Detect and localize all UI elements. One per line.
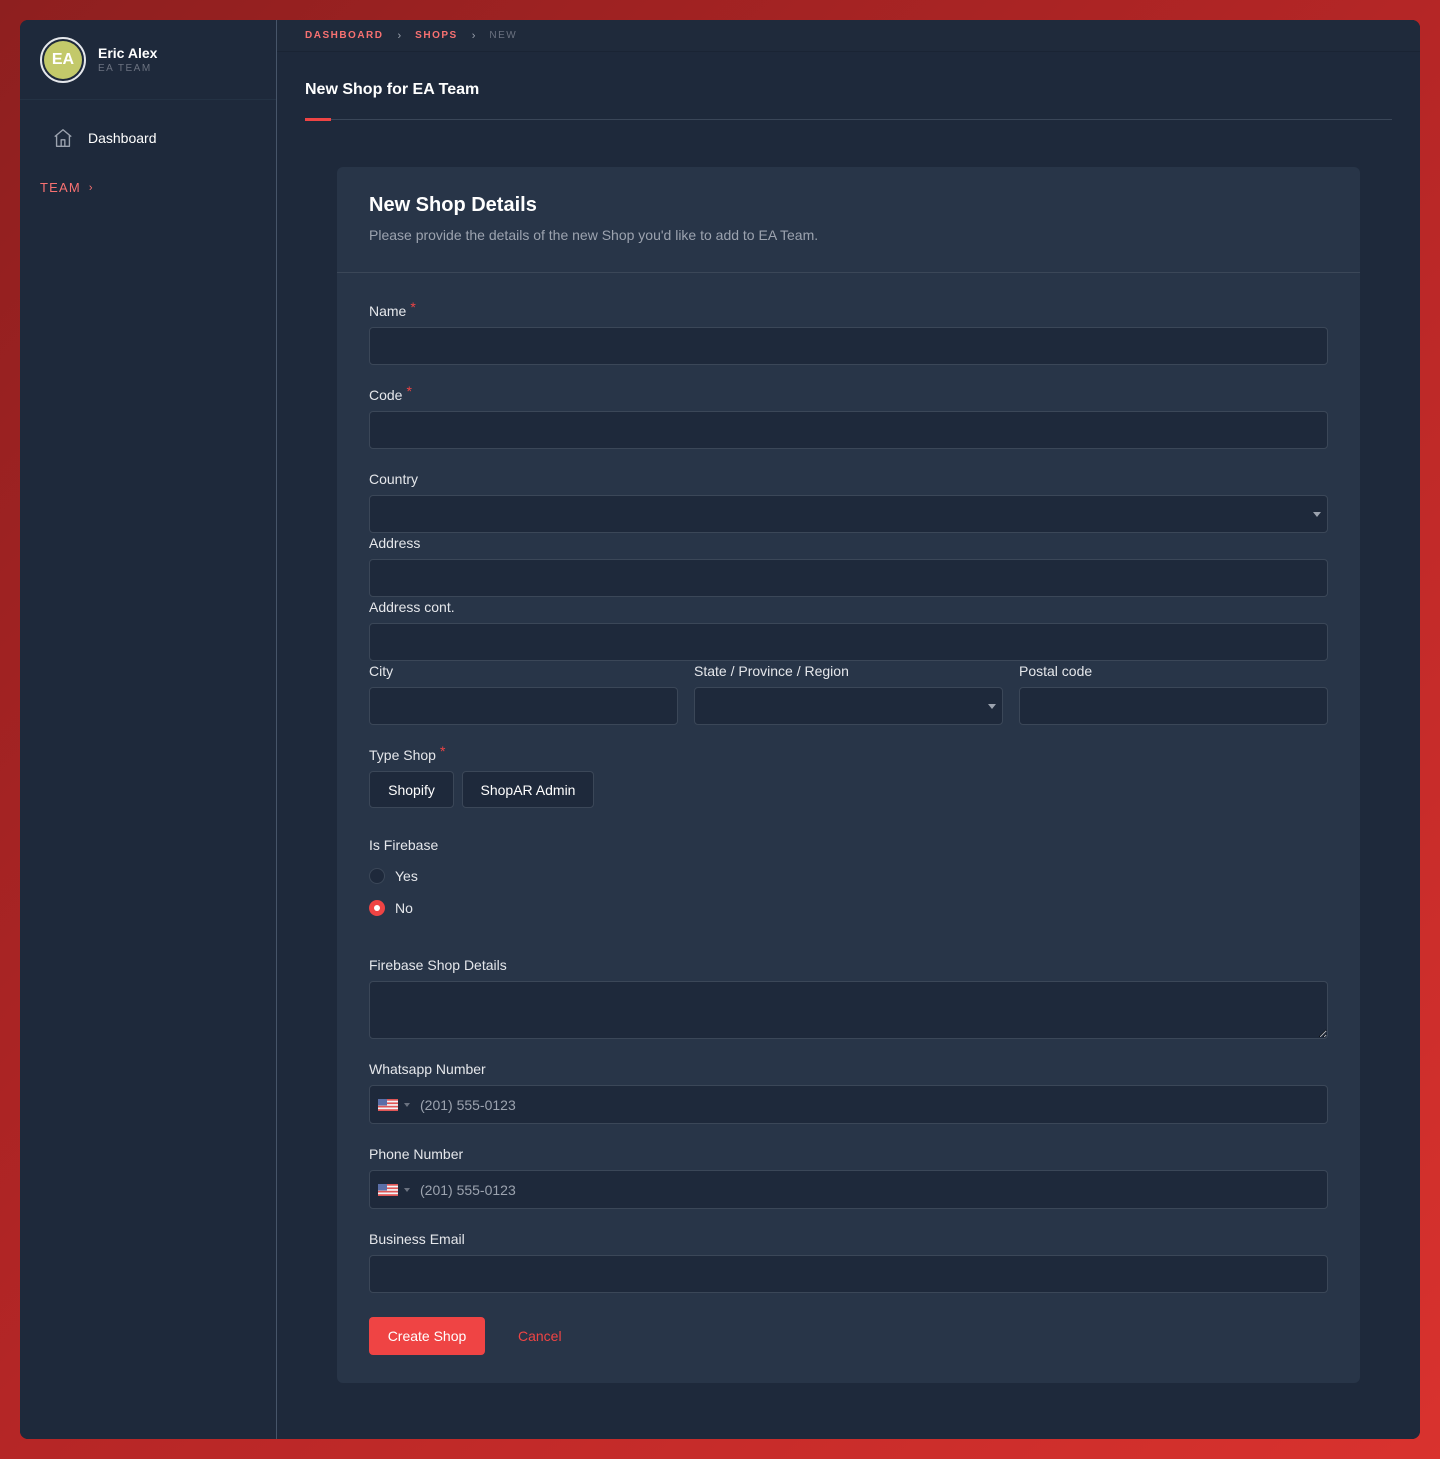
- whatsapp-input[interactable]: [420, 1096, 1327, 1113]
- firebase-no-option[interactable]: No: [369, 900, 413, 916]
- breadcrumb-new: NEW: [489, 30, 518, 41]
- city-input[interactable]: [369, 687, 678, 725]
- firebase-yes-option[interactable]: Yes: [369, 868, 418, 884]
- home-icon: [52, 127, 74, 149]
- required-mark: *: [439, 743, 446, 759]
- profile-text: Eric Alex EA TEAM: [98, 44, 157, 76]
- chevron-right-icon: ›: [88, 181, 94, 194]
- type-shop-label: Type Shop *: [369, 743, 446, 764]
- chevron-down-icon: [1313, 512, 1321, 517]
- firebase-details-textarea[interactable]: [369, 981, 1328, 1039]
- card-header: New Shop Details Please provide the deta…: [337, 167, 1360, 273]
- sidebar-section-team[interactable]: TEAM ›: [40, 180, 94, 195]
- title-underline: [305, 118, 331, 121]
- address-cont-input[interactable]: [369, 623, 1328, 661]
- phone-field: [369, 1170, 1328, 1209]
- address-cont-label: Address cont.: [369, 599, 455, 615]
- postal-input[interactable]: [1019, 687, 1328, 725]
- business-email-input[interactable]: [369, 1255, 1328, 1293]
- user-name: Eric Alex: [98, 44, 158, 61]
- us-flag-icon[interactable]: [378, 1183, 398, 1196]
- create-shop-button[interactable]: Create Shop: [369, 1317, 485, 1355]
- state-select[interactable]: [694, 687, 1003, 725]
- sidebar-section-label: TEAM: [40, 180, 81, 195]
- type-shopify-button[interactable]: Shopify: [369, 771, 454, 808]
- name-input[interactable]: [369, 327, 1328, 365]
- country-label: Country: [369, 471, 419, 487]
- main-content: DASHBOARD › SHOPS › NEW New Shop for EA …: [277, 20, 1420, 1439]
- card-subtitle: Please provide the details of the new Sh…: [369, 227, 819, 243]
- user-profile[interactable]: EA Eric Alex EA TEAM: [20, 20, 276, 100]
- type-shopar-admin-button[interactable]: ShopAR Admin: [462, 771, 594, 808]
- breadcrumb: DASHBOARD › SHOPS › NEW: [277, 20, 1420, 52]
- type-shop-label-text: Type Shop: [369, 747, 436, 763]
- is-firebase-label: Is Firebase: [369, 837, 439, 853]
- user-team: EA TEAM: [98, 62, 152, 74]
- business-email-label: Business Email: [369, 1231, 465, 1247]
- card-title: New Shop Details: [369, 194, 537, 216]
- page-title: New Shop for EA Team: [305, 81, 480, 98]
- whatsapp-label: Whatsapp Number: [369, 1061, 486, 1077]
- breadcrumb-dashboard[interactable]: DASHBOARD: [305, 30, 384, 41]
- chevron-down-icon: [988, 704, 996, 709]
- firebase-no-radio[interactable]: [369, 900, 385, 916]
- code-input[interactable]: [369, 411, 1328, 449]
- firebase-yes-label: Yes: [395, 868, 418, 884]
- breadcrumb-separator-icon: ›: [471, 29, 476, 42]
- avatar: EA: [44, 40, 82, 79]
- whatsapp-field: [369, 1085, 1328, 1124]
- city-label: City: [369, 663, 394, 679]
- address-label: Address: [369, 535, 421, 551]
- name-label: Name *: [369, 299, 416, 320]
- name-label-text: Name: [369, 303, 407, 319]
- breadcrumb-shops[interactable]: SHOPS: [415, 30, 458, 41]
- required-mark: *: [406, 383, 412, 399]
- state-label: State / Province / Region: [694, 663, 849, 679]
- chevron-down-icon[interactable]: [404, 1187, 410, 1192]
- code-label: Code *: [369, 383, 412, 404]
- chevron-down-icon[interactable]: [404, 1102, 410, 1107]
- shop-form-card: New Shop Details Please provide the deta…: [337, 167, 1360, 1383]
- sidebar-item-label: Dashboard: [88, 130, 157, 146]
- page-header: New Shop for EA Team: [305, 76, 1392, 121]
- sidebar: EA Eric Alex EA TEAM Dashboard TEAM ›: [20, 20, 277, 1439]
- app-window: EA Eric Alex EA TEAM Dashboard TEAM › DA…: [20, 20, 1420, 1439]
- avatar-ring: EA: [40, 36, 86, 83]
- phone-label: Phone Number: [369, 1146, 464, 1162]
- address-input[interactable]: [369, 559, 1328, 597]
- code-label-text: Code: [369, 387, 403, 403]
- cancel-button[interactable]: Cancel: [518, 1328, 562, 1344]
- firebase-no-label: No: [395, 900, 413, 916]
- sidebar-item-dashboard[interactable]: Dashboard: [52, 126, 157, 150]
- phone-input[interactable]: [420, 1181, 1327, 1198]
- postal-label: Postal code: [1019, 663, 1093, 679]
- firebase-details-label: Firebase Shop Details: [369, 957, 507, 973]
- country-select[interactable]: [369, 495, 1328, 533]
- required-mark: *: [410, 299, 416, 315]
- firebase-yes-radio[interactable]: [369, 868, 385, 884]
- breadcrumb-separator-icon: ›: [397, 29, 402, 42]
- us-flag-icon[interactable]: [378, 1098, 398, 1111]
